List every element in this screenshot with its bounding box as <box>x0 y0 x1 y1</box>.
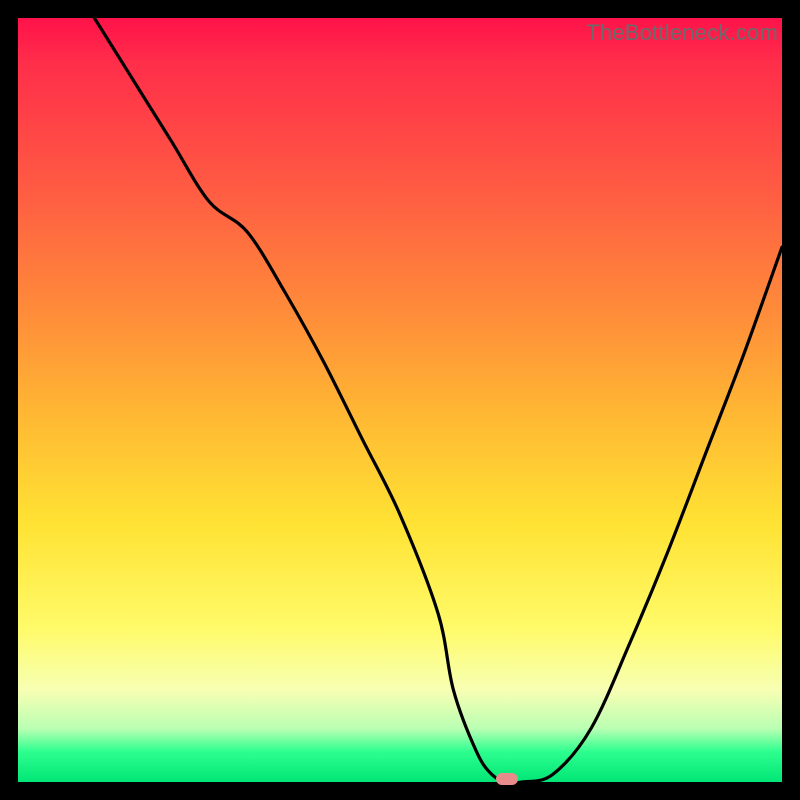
chart-frame: TheBottleneck.com <box>0 0 800 800</box>
bottleneck-curve <box>18 18 782 782</box>
optimal-marker <box>496 773 518 785</box>
plot-area: TheBottleneck.com <box>18 18 782 782</box>
